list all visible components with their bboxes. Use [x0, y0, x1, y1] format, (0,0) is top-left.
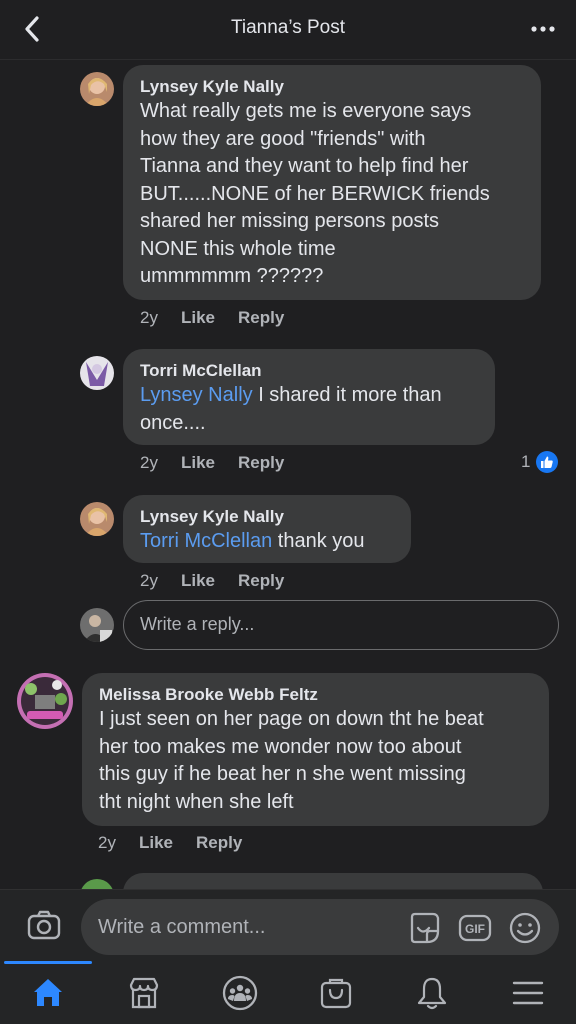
like-button[interactable]: Like	[181, 308, 215, 328]
comment-author[interactable]: Lynsey Kyle Nally	[140, 506, 395, 528]
bottom-tab-bar	[0, 961, 576, 1024]
comment-composer: Write a comment... GIF	[0, 889, 576, 961]
comment-bubble[interactable]	[123, 873, 543, 889]
page-title: Tianna’s Post	[230, 17, 346, 38]
reply-button[interactable]: Reply	[238, 571, 284, 591]
comment-bubble[interactable]: Torri McClellan Lynsey Nally I shared it…	[123, 349, 495, 445]
comment-bubble[interactable]: Melissa Brooke Webb Feltz I just seen on…	[82, 673, 549, 826]
marketplace-icon	[129, 977, 159, 1008]
camera-icon[interactable]	[26, 907, 62, 943]
comment-bubble[interactable]: Lynsey Kyle Nally What really gets me is…	[123, 65, 541, 300]
comment-time: 2y	[140, 453, 158, 472]
comment-author[interactable]: Torri McClellan	[140, 360, 479, 382]
comment-time: 2y	[140, 571, 158, 590]
comment-text: What really gets me is everyone says how…	[140, 100, 490, 287]
top-bar: Tianna’s Post	[0, 0, 576, 60]
comment-text: Torri McClellan thank you	[140, 530, 365, 552]
comment-actions: 2y Like Reply	[140, 308, 284, 328]
avatar[interactable]	[80, 879, 114, 889]
tab-menu[interactable]	[480, 961, 576, 1024]
comments-feed[interactable]: Lynsey Kyle Nally What really gets me is…	[0, 61, 576, 889]
comment-actions: 2y Like Reply	[140, 571, 284, 591]
like-button[interactable]: Like	[181, 453, 215, 473]
reply-button[interactable]: Reply	[238, 453, 284, 473]
home-icon	[34, 978, 62, 1006]
tab-shop[interactable]	[288, 961, 384, 1024]
gif-label: GIF	[465, 922, 485, 936]
comment-actions: 2y Like Reply	[140, 453, 284, 473]
gif-icon[interactable]: GIF	[458, 911, 492, 945]
comment-author[interactable]: Melissa Brooke Webb Feltz	[99, 684, 533, 706]
reply-input[interactable]: Write a reply...	[123, 600, 559, 650]
avatar[interactable]	[80, 356, 114, 390]
comment-text: I just seen on her page on down tht he b…	[99, 708, 484, 813]
like-button[interactable]: Like	[181, 571, 215, 591]
tab-home[interactable]	[0, 961, 96, 1024]
reply-button[interactable]: Reply	[238, 308, 284, 328]
comment-bubble[interactable]: Lynsey Kyle Nally Torri McClellan thank …	[123, 495, 411, 563]
comment-time: 2y	[98, 833, 116, 852]
mention-link[interactable]: Torri McClellan	[140, 530, 272, 552]
sticker-icon[interactable]	[408, 911, 442, 945]
reaction-count[interactable]: 1	[521, 451, 559, 473]
comment-actions: 2y Like Reply	[98, 833, 242, 853]
comment-author[interactable]: Lynsey Kyle Nally	[140, 76, 525, 98]
tab-groups[interactable]	[192, 961, 288, 1024]
shop-icon	[320, 978, 352, 1008]
groups-icon	[222, 975, 258, 1010]
comment-text: Lynsey Nally I shared it more than once.…	[140, 384, 442, 434]
menu-icon	[512, 981, 544, 1004]
comment-input[interactable]: Write a comment... GIF	[81, 899, 559, 955]
more-dots-icon[interactable]	[528, 14, 558, 44]
bell-icon	[417, 977, 447, 1009]
tab-notifications[interactable]	[384, 961, 480, 1024]
reply-button[interactable]: Reply	[196, 833, 242, 853]
mention-link[interactable]: Lynsey Nally	[140, 384, 253, 406]
avatar[interactable]	[17, 673, 73, 729]
like-button[interactable]: Like	[139, 833, 173, 853]
avatar[interactable]	[80, 502, 114, 536]
thumbs-up-icon	[536, 451, 559, 473]
avatar[interactable]	[80, 72, 114, 106]
comment-time: 2y	[140, 308, 158, 327]
emoji-icon[interactable]	[508, 911, 542, 945]
my-avatar	[80, 608, 114, 642]
tab-marketplace[interactable]	[96, 961, 192, 1024]
